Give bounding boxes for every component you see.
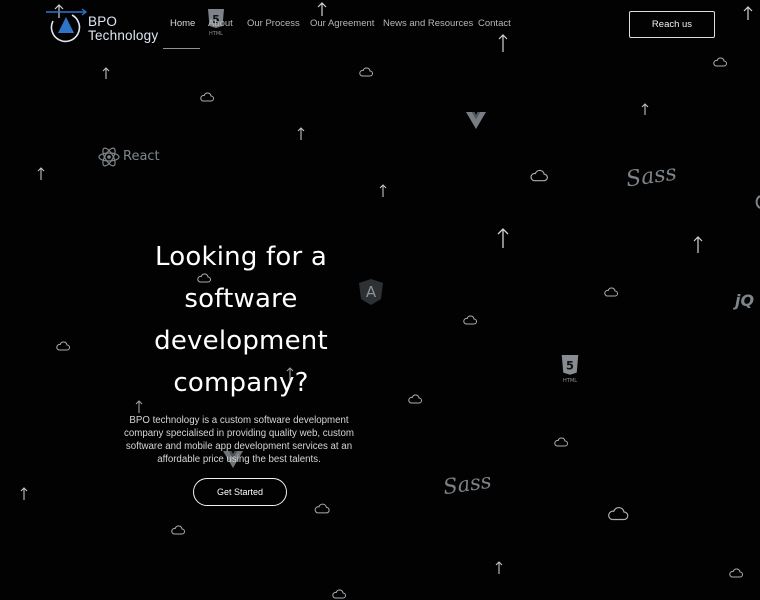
cloud-icon bbox=[463, 315, 477, 325]
sass-logo: Sass bbox=[441, 468, 493, 500]
active-nav-indicator bbox=[163, 48, 200, 49]
reach-us-button[interactable]: Reach us bbox=[629, 11, 715, 38]
html5-badge-number: 5 bbox=[566, 359, 574, 373]
nav-item-news-and-resources[interactable]: News and Resources bbox=[383, 18, 473, 30]
react-label: React bbox=[123, 149, 160, 164]
cloud-icon bbox=[332, 589, 346, 599]
get-started-button[interactable]: Get Started bbox=[193, 478, 287, 506]
cloud-icon bbox=[359, 67, 373, 77]
arrow-up-icon bbox=[693, 236, 703, 253]
brand-name-line2: Technology bbox=[88, 28, 159, 43]
hero-title-line: development bbox=[154, 326, 328, 356]
nav-item-our-process[interactable]: Our Process bbox=[247, 18, 300, 30]
nav-item-about[interactable]: About bbox=[208, 18, 233, 30]
nav-item-contact[interactable]: Contact bbox=[478, 18, 511, 30]
cloud-icon bbox=[729, 568, 743, 578]
brand-logo[interactable]: BPO Technology bbox=[45, 7, 163, 45]
hero-title: Looking for a software development compa… bbox=[110, 236, 372, 404]
arrow-up-icon bbox=[37, 167, 45, 180]
cloud-icon bbox=[554, 437, 568, 447]
cloud-icon bbox=[408, 394, 422, 404]
arrow-up-icon bbox=[102, 67, 110, 79]
brand-name-line1: BPO bbox=[88, 14, 118, 29]
hero-title-line: Looking for a bbox=[155, 242, 327, 272]
hero-title-line: software bbox=[184, 284, 298, 314]
arrow-up-icon bbox=[641, 103, 649, 115]
arrow-up-icon bbox=[20, 487, 28, 500]
triangle-in-circle-logo-icon bbox=[46, 8, 88, 43]
react-icon bbox=[98, 147, 120, 167]
nav-item-our-agreement[interactable]: Our Agreement bbox=[310, 18, 374, 30]
html5-icon: 5 HTML bbox=[561, 355, 579, 384]
top-navigation: BPO Technology Home About Our Process Ou… bbox=[0, 0, 760, 52]
cloud-icon bbox=[314, 503, 330, 514]
cloud-icon bbox=[56, 341, 70, 351]
cloud-icon bbox=[604, 287, 618, 297]
arrow-up-icon bbox=[497, 228, 509, 248]
hero-section: Looking for a software development compa… bbox=[110, 236, 372, 506]
sass-logo: Sass bbox=[624, 160, 679, 193]
hero-description: BPO technology is a custom software deve… bbox=[124, 415, 354, 465]
vue-icon bbox=[466, 112, 486, 129]
cloud-icon bbox=[713, 57, 727, 67]
nav-item-home[interactable]: Home bbox=[170, 18, 195, 30]
cloud-icon bbox=[200, 92, 214, 102]
brand-name: BPO Technology bbox=[88, 15, 158, 43]
arrow-up-icon bbox=[297, 127, 305, 140]
jquery-icon bbox=[755, 195, 760, 209]
hero-title-line: company? bbox=[173, 368, 309, 398]
cloud-icon bbox=[171, 525, 185, 535]
cloud-icon bbox=[530, 169, 548, 182]
html5-caption: HTML bbox=[563, 378, 577, 384]
landing-page: React 5 HTML 5 HTML A Sass Sass jQ BPO T… bbox=[0, 0, 760, 600]
arrow-up-icon bbox=[495, 561, 503, 574]
jquery-logo: jQ bbox=[735, 291, 755, 310]
cloud-icon bbox=[608, 506, 629, 521]
arrow-up-icon bbox=[379, 184, 387, 197]
